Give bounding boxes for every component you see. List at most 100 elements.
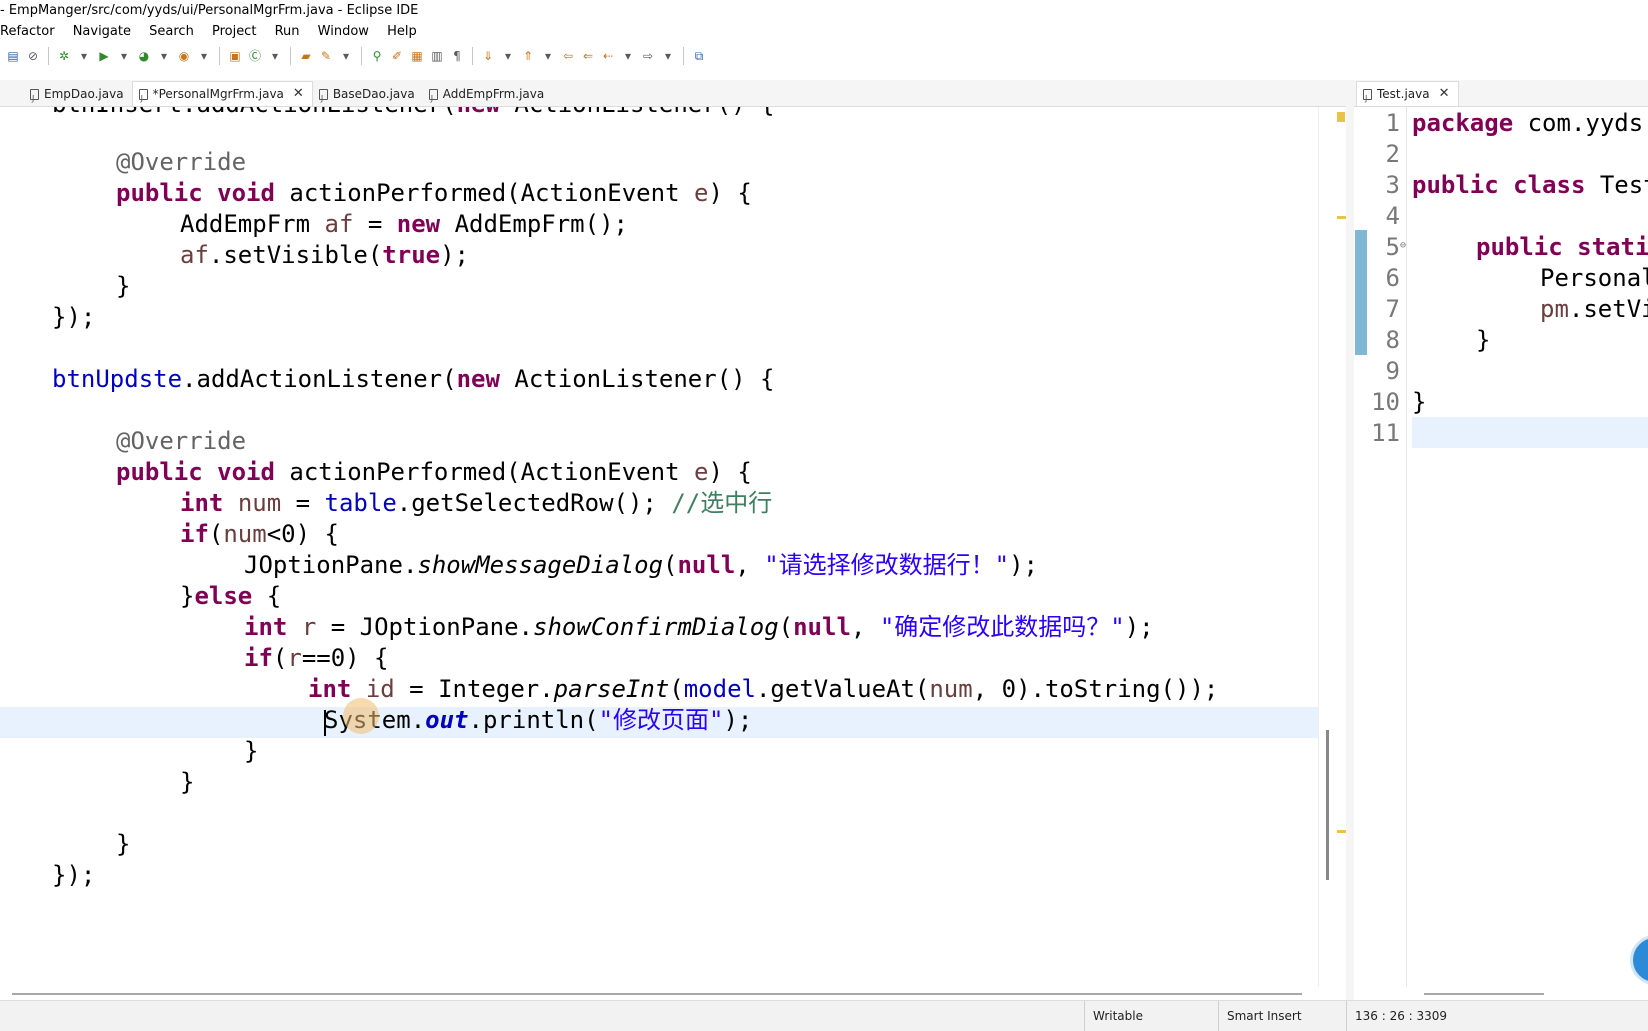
tab-label: *PersonalMgrFrm.java [152,87,284,101]
code-line: public void actionPerformed(ActionEvent … [116,458,752,486]
word-wrap-icon[interactable]: ▥ [428,47,446,65]
horizontal-scrollbar[interactable] [12,993,1302,995]
chevron-down-icon[interactable]: ▾ [266,47,284,65]
tab-label: BaseDao.java [332,87,415,101]
horizontal-scrollbar[interactable] [1424,993,1544,995]
next-annotation-icon[interactable]: ⇓ [479,47,497,65]
chevron-down-icon[interactable]: ▾ [115,47,133,65]
tab-label: EmpDao.java [44,87,124,101]
java-file-icon [30,87,39,111]
code-line: }); [52,861,96,889]
annotation-icon[interactable]: ✐ [388,47,406,65]
code-line: JOptionPane.showMessageDialog(null, "请选择… [244,551,1038,579]
close-icon[interactable]: ✕ [1439,82,1450,106]
code-line: } [116,272,131,300]
last-edit-icon[interactable]: ⇦ [559,47,577,65]
chevron-down-icon[interactable]: ▾ [619,47,637,65]
code-line: af.setVisible(true); [180,241,469,269]
code-editor[interactable]: btnInsert.addActionListener(new ActionLi… [0,107,1318,987]
toggle-mark-icon[interactable]: ⚲ [368,47,386,65]
chevron-down-icon[interactable]: ▾ [155,47,173,65]
right-editor-tab-bar: Test.java ✕ [1354,80,1648,111]
new-package-icon[interactable]: ▣ [226,47,244,65]
code-line: }else { [180,582,282,610]
toolbar-separator [290,47,291,65]
fold-toggle-icon[interactable]: ⊖ [1400,240,1406,251]
toolbar-separator [472,47,473,65]
status-insert-mode[interactable]: Smart Insert [1218,1001,1327,1031]
previous-annotation-icon[interactable]: ⇑ [519,47,537,65]
code-line: pm.setVisible [1540,295,1648,323]
line-number: 9 [1385,357,1400,385]
menu-run[interactable]: Run [275,24,300,39]
main-toolbar: ▤ ⊘ ✲ ▾ ▶ ▾ ◕ ▾ ◉ ▾ ▣ Ⓒ ▾ ▰ ✎ ▾ ⚲ ✐ ▦ ▥ … [0,42,1648,70]
code-string: "确定修改此数据吗？" [879,613,1125,641]
console-icon[interactable]: ▤ [4,47,22,65]
toolbar-separator [683,47,684,65]
close-icon[interactable]: ✕ [293,82,304,106]
code-line: } [244,737,259,765]
editor-splitter[interactable] [1346,80,1354,1000]
code-string: "请选择修改数据行！" [764,551,1010,579]
code-line: } [180,768,195,796]
chevron-down-icon[interactable]: ▾ [659,47,677,65]
code-line: if(r==0) { [244,644,389,672]
code-line: int num = table.getSelectedRow(); //选中行 [180,489,773,517]
code-line: } [1412,388,1427,416]
debug-icon[interactable]: ✲ [55,47,73,65]
java-file-icon [318,87,328,111]
annotation-marker[interactable] [1337,830,1346,833]
status-cursor-position[interactable]: 136 : 26 : 3309 [1346,1001,1475,1031]
current-line-highlight [1412,417,1648,448]
code-line: @Override [116,148,247,176]
overview-ruler[interactable] [1318,107,1347,987]
toolbar-separator [48,47,49,65]
menu-refactor[interactable]: Refactor [0,24,55,39]
status-bar: Writable Smart Insert 136 : 26 : 3309 [0,1000,1648,1031]
chevron-down-icon[interactable]: ▾ [75,47,93,65]
new-class-icon[interactable]: Ⓒ [246,47,264,65]
chevron-down-icon[interactable]: ▾ [499,47,517,65]
menu-search[interactable]: Search [149,24,194,39]
annotation-marker[interactable] [1337,216,1346,219]
back-icon[interactable]: ⇐ [579,47,597,65]
java-file-icon [138,87,148,111]
tab-personalmgrfrm[interactable]: *PersonalMgrFrm.java ✕ [131,81,313,111]
code-line: public void actionPerformed(ActionEvent … [116,179,752,207]
skip-breakpoints-icon[interactable]: ⊘ [24,47,42,65]
open-type-icon[interactable]: ▰ [297,47,315,65]
mouse-cursor-highlight [343,698,379,734]
chevron-down-icon[interactable]: ▾ [337,47,355,65]
editor-tab-bar: EmpDao.java *PersonalMgrFrm.java ✕ BaseD… [0,80,1346,111]
show-whitespace-icon[interactable]: ¶ [448,47,466,65]
back-arrow-icon[interactable]: ⇠ [599,47,617,65]
block-selection-icon[interactable]: ▦ [408,47,426,65]
menu-window[interactable]: Window [318,24,369,39]
tab-test[interactable]: Test.java ✕ [1356,81,1459,111]
pin-icon[interactable]: ⧉ [690,47,708,65]
line-number: 1 [1385,109,1400,137]
code-line: btnInsert.addActionListener(new ActionLi… [52,107,774,120]
tab-basedao[interactable]: BaseDao.java [313,82,423,111]
vertical-scrollbar[interactable] [1326,730,1329,880]
search-icon[interactable]: ✎ [317,47,335,65]
tab-label: Test.java [1377,87,1430,101]
code-line: int r = JOptionPane.showConfirmDialog(nu… [244,613,1154,641]
run-icon[interactable]: ▶ [95,47,113,65]
menu-project[interactable]: Project [212,24,256,39]
menu-help[interactable]: Help [387,24,417,39]
code-string: "修改页面" [598,706,724,734]
chevron-down-icon[interactable]: ▾ [539,47,557,65]
warning-marker-icon[interactable] [1337,112,1345,122]
chevron-down-icon[interactable]: ▾ [195,47,213,65]
coverage-icon[interactable]: ◕ [135,47,153,65]
menu-navigate[interactable]: Navigate [73,24,131,39]
tab-empdao[interactable]: EmpDao.java [24,82,132,111]
right-code-editor[interactable]: 1 2 3 4 5 6 7 8 9 10 11 ⊖ package com.yy… [1354,107,1648,987]
external-tools-icon[interactable]: ◉ [175,47,193,65]
line-number: 3 [1385,171,1400,199]
code-line: public static [1476,233,1648,261]
tab-addempfrm[interactable]: AddEmpFrm.java [423,82,553,111]
quick-diff-bar [1355,230,1367,355]
forward-icon[interactable]: ⇨ [639,47,657,65]
